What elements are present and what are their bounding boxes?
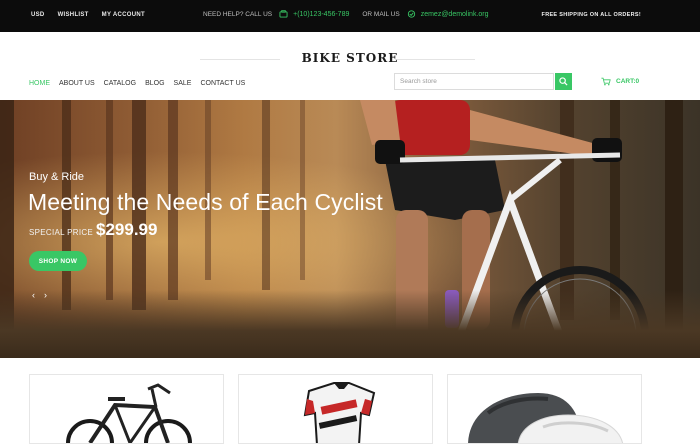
mail-label: OR MAIL US	[362, 10, 400, 18]
cart-icon	[601, 77, 611, 86]
nav-blog[interactable]: BLOG	[145, 80, 164, 87]
phone-number[interactable]: +(10)123-456-789	[293, 11, 349, 18]
hero-ground	[0, 290, 700, 358]
helmet-icon	[468, 393, 623, 443]
nav-catalog[interactable]: CATALOG	[104, 80, 136, 87]
jersey-icon	[303, 382, 376, 443]
search-icon	[559, 77, 568, 86]
nav-home[interactable]: HOME	[29, 80, 50, 87]
nav-sale[interactable]: SALE	[174, 80, 192, 87]
top-bar: USD WISHLIST MY ACCOUNT NEED HELP? CALL …	[0, 0, 700, 32]
site-header: BIKE STORE HOME ABOUT US CATALOG BLOG SA…	[0, 32, 700, 100]
currency-selector[interactable]: USD	[31, 12, 45, 18]
email-link[interactable]: zemez@demolink.org	[421, 11, 489, 18]
wishlist-link[interactable]: WISHLIST	[58, 12, 89, 18]
nav-contact-us[interactable]: CONTACT US	[200, 80, 245, 87]
site-logo[interactable]: BIKE STORE	[0, 51, 700, 65]
phone-icon	[279, 10, 288, 18]
hero-price-label: SPECIAL PRICE	[29, 228, 94, 237]
slider-prev-arrow[interactable]: ‹	[32, 290, 35, 300]
slider-next-arrow[interactable]: ›	[44, 290, 47, 300]
cart-label: CART:0	[616, 78, 640, 85]
search-input[interactable]: Search store	[394, 73, 554, 90]
shipping-notice: FREE SHIPPING ON ALL ORDERS!	[541, 12, 641, 18]
main-nav: HOME ABOUT US CATALOG BLOG SALE CONTACT …	[29, 80, 245, 87]
hero-price: $299.99	[96, 220, 158, 239]
hero-kicker: Buy & Ride	[29, 171, 85, 183]
hero-title: Meeting the Needs of Each Cyclist	[28, 189, 383, 215]
nav-about-us[interactable]: ABOUT US	[59, 80, 95, 87]
product-card-bike[interactable]	[29, 374, 224, 444]
my-account-link[interactable]: MY ACCOUNT	[102, 12, 145, 18]
contact-info: NEED HELP? CALL US +(10)123-456-789 OR M…	[203, 10, 489, 18]
hero-slider: Buy & Ride Meeting the Needs of Each Cyc…	[0, 100, 700, 358]
bike-icon	[66, 383, 192, 443]
product-card-helmet[interactable]	[447, 374, 642, 444]
search-button[interactable]	[555, 73, 572, 90]
product-card-jersey[interactable]	[238, 374, 433, 444]
mail-icon	[407, 10, 415, 18]
slider-arrows: ‹ ›	[32, 290, 47, 300]
cart-link[interactable]: CART:0	[601, 77, 639, 86]
help-label: NEED HELP? CALL US	[203, 10, 273, 18]
shop-now-button[interactable]: SHOP NOW	[29, 251, 87, 271]
